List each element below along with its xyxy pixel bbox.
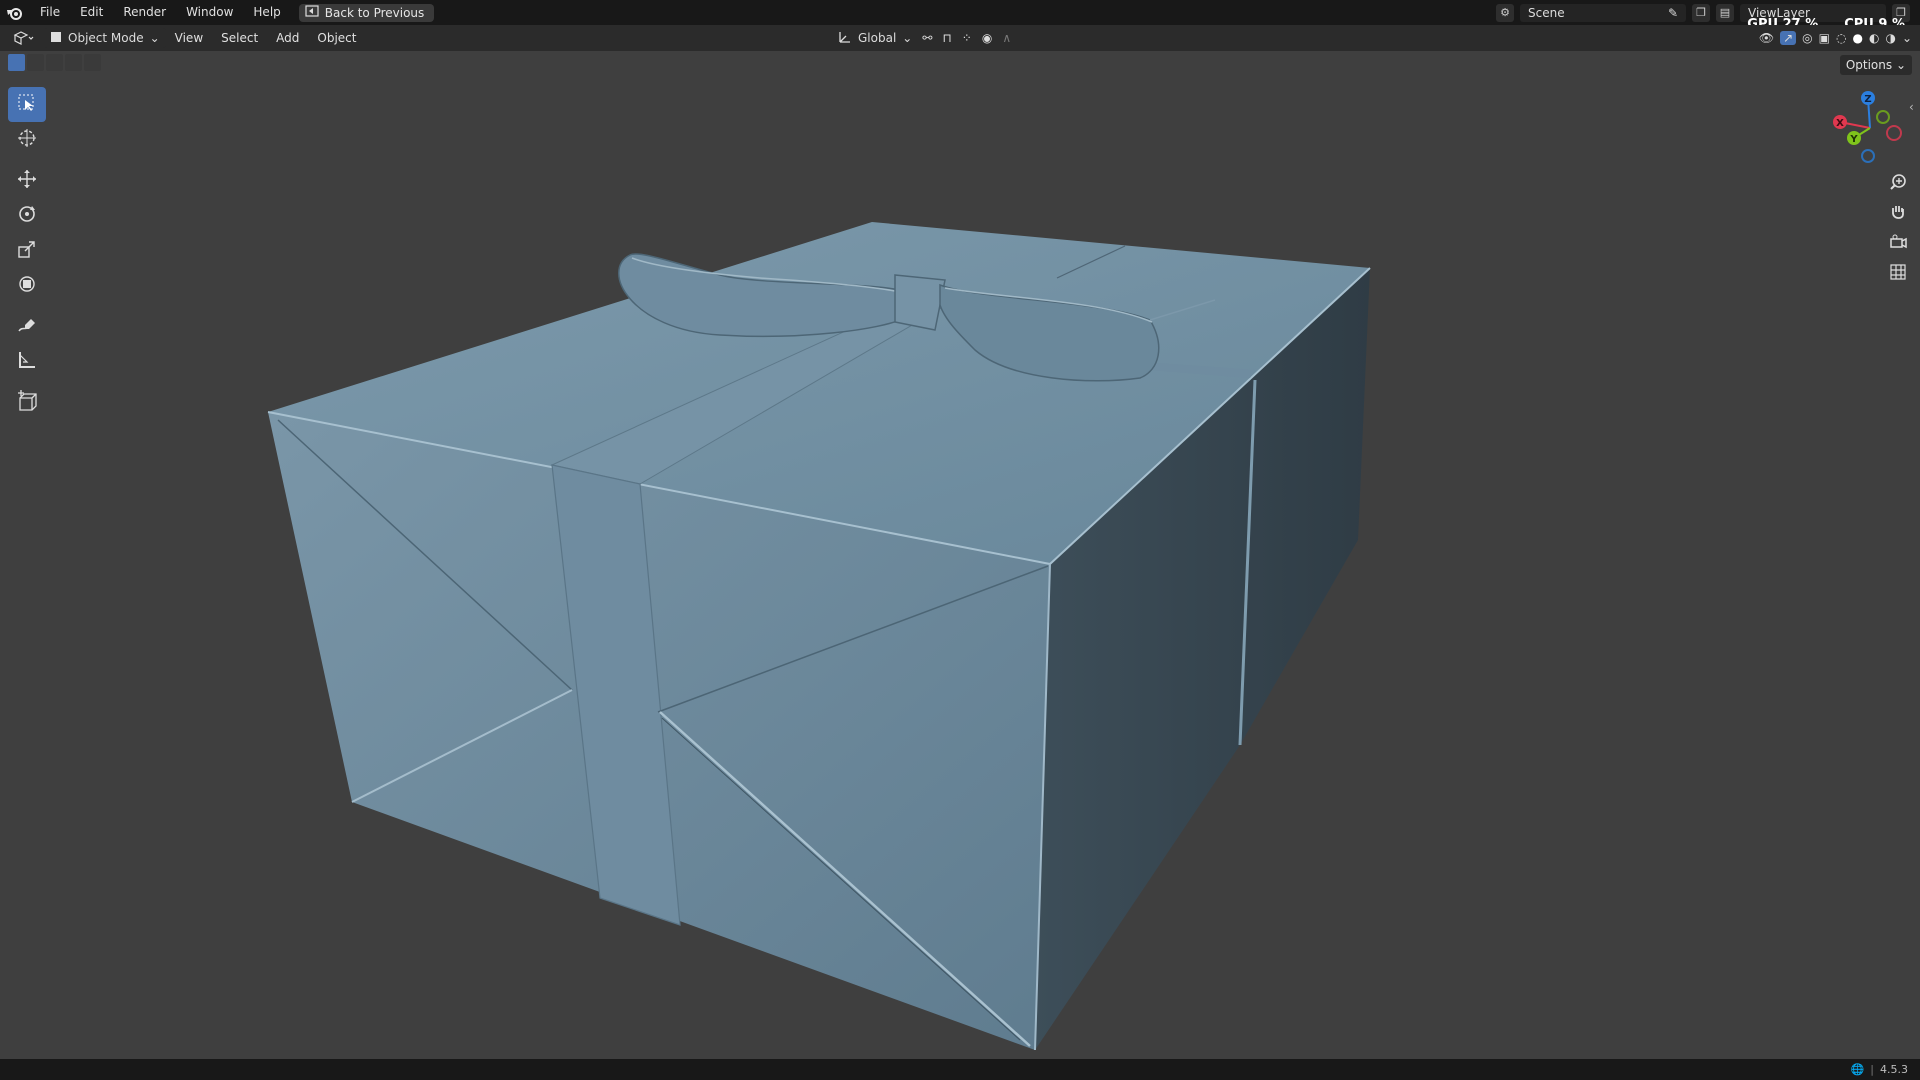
overlay-toggle-icon[interactable]: ◎ (1802, 31, 1812, 45)
sidebar-toggle-icon[interactable]: ‹ (1909, 100, 1914, 114)
header-menu-add[interactable]: Add (267, 25, 308, 51)
back-to-previous-button[interactable]: Back to Previous (298, 3, 435, 22)
pan-hand-icon[interactable] (1880, 200, 1916, 224)
proportional-edit-icon[interactable]: ◉ (982, 31, 992, 45)
solid-shading-icon[interactable]: ● (1852, 31, 1862, 45)
transform-tool[interactable] (8, 268, 46, 303)
orientation-axes-icon (838, 30, 852, 47)
cursor-tool[interactable] (8, 122, 46, 157)
back-to-previous-label: Back to Previous (324, 5, 425, 20)
version-label: 4.5.3 (1880, 1063, 1908, 1076)
scene-icon[interactable]: ⚙ (1496, 3, 1514, 22)
scale-tool[interactable] (8, 233, 46, 268)
snap-increment-icon[interactable]: ⁘ (962, 31, 972, 45)
falloff-icon[interactable]: ∧ (1002, 31, 1011, 45)
status-bar: 🌐 | 4.5.3 (0, 1059, 1920, 1080)
measure-ruler-icon (17, 350, 37, 374)
add-cube-icon (16, 389, 38, 416)
editor-type-icon[interactable] (8, 28, 38, 48)
x-axis-label: X (1836, 118, 1844, 129)
select-box-tool[interactable] (8, 87, 46, 122)
move-tool[interactable] (8, 163, 46, 198)
chevron-down-icon: ⌄ (149, 31, 160, 45)
add-cube-tool[interactable] (8, 385, 46, 420)
select-box-icon (17, 93, 37, 117)
annotate-tool[interactable] (8, 309, 46, 344)
orthographic-grid-icon[interactable] (1880, 260, 1916, 284)
gizmo-toggle-icon[interactable]: ↗ (1780, 31, 1797, 45)
neg-z-axis-handle[interactable] (1861, 149, 1875, 163)
viewport-display-controls: 👁 ↗ ◎ ▣ ◌ ● ◐ ◑ ⌄ (1759, 25, 1912, 51)
y-axis-label: Y (1849, 134, 1858, 145)
wireframe-shading-icon[interactable]: ◌ (1836, 31, 1846, 45)
scale-icon (17, 239, 37, 263)
orientation-label: Global (858, 31, 897, 45)
viewport-canvas[interactable] (0, 51, 1920, 1059)
viewport-header: Object Mode ⌄ View Select Add Object Glo… (0, 25, 1920, 51)
chevron-down-icon: ⌄ (902, 31, 913, 45)
header-menu-select[interactable]: Select (212, 25, 267, 51)
3d-viewport[interactable] (0, 51, 1920, 1059)
viewport-nav-buttons (1880, 170, 1916, 284)
pin-icon[interactable]: ✎ (1668, 4, 1678, 22)
mode-selector[interactable]: Object Mode ⌄ (44, 28, 166, 48)
header-menu-view[interactable]: View (166, 25, 212, 51)
menu-file[interactable]: File (30, 0, 70, 25)
pivot-icon[interactable]: ⚯ (922, 31, 932, 45)
header-menu-object[interactable]: Object (308, 25, 365, 51)
move-icon (17, 169, 37, 193)
network-globe-icon[interactable]: 🌐 (1851, 1063, 1865, 1076)
rotate-icon (17, 204, 37, 228)
cursor-icon (17, 128, 37, 152)
measure-tool[interactable] (8, 344, 46, 379)
tool-shelf (8, 87, 46, 420)
top-menubar: File Edit Render Window Help Back to Pre… (0, 0, 1920, 25)
material-shading-icon[interactable]: ◐ (1869, 31, 1879, 45)
menu-render[interactable]: Render (113, 0, 176, 25)
back-screen-icon (305, 4, 319, 22)
new-scene-icon[interactable]: ❐ (1692, 3, 1710, 22)
shading-options-icon[interactable]: ⌄ (1902, 31, 1912, 45)
transform-orientation-selector[interactable]: Global ⌄ (838, 30, 912, 47)
rotate-tool[interactable] (8, 198, 46, 233)
transform-controls: Global ⌄ ⚯ ⊓ ⁘ ◉ ∧ (838, 25, 1011, 51)
transform-icon (17, 274, 37, 298)
menu-window[interactable]: Window (176, 0, 243, 25)
visibility-eye-icon[interactable]: 👁 (1759, 31, 1774, 45)
annotate-pencil-icon (17, 315, 37, 339)
z-axis-label: Z (1864, 94, 1871, 105)
neg-x-axis-handle[interactable] (1886, 125, 1902, 141)
mode-label: Object Mode (68, 31, 144, 45)
menu-help[interactable]: Help (243, 0, 290, 25)
view-layer-icon[interactable]: ▤ (1716, 3, 1734, 22)
neg-y-axis-handle[interactable] (1876, 110, 1890, 124)
camera-view-icon[interactable] (1880, 230, 1916, 254)
xray-toggle-icon[interactable]: ▣ (1819, 31, 1830, 45)
menu-edit[interactable]: Edit (70, 0, 113, 25)
navigation-gizmo[interactable]: Z X Y (1828, 88, 1908, 168)
scene-selector[interactable]: Scene ✎ (1520, 3, 1686, 22)
snap-icon[interactable]: ⊓ (942, 31, 951, 45)
object-mode-icon (50, 31, 62, 46)
zoom-icon[interactable] (1880, 170, 1916, 194)
blender-logo-icon[interactable] (0, 0, 30, 25)
rendered-shading-icon[interactable]: ◑ (1885, 31, 1895, 45)
scene-name: Scene (1528, 5, 1565, 20)
